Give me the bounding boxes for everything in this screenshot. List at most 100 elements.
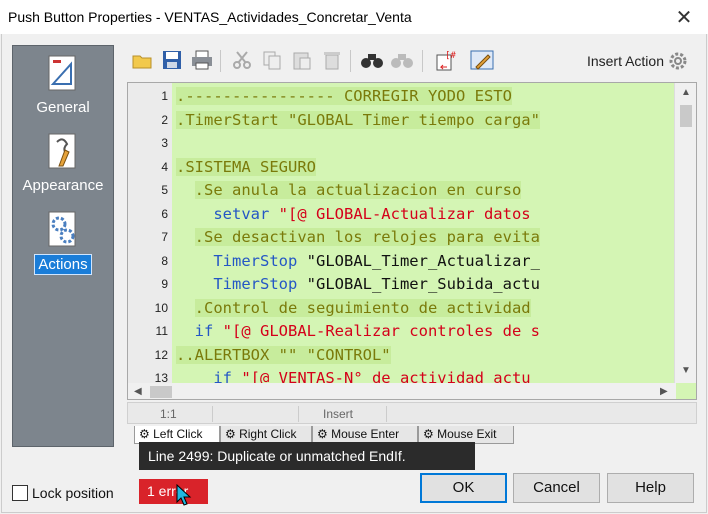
code-text: ..ALERTBOX "" "CONTROL" [176, 344, 391, 368]
scroll-thumb[interactable] [680, 105, 692, 127]
error-count-badge[interactable]: 1 error [139, 479, 208, 504]
code-token: TimerStop [213, 275, 298, 293]
new-icon[interactable] [130, 48, 154, 72]
code-text: if "[@ GLOBAL-Realizar controles de s [176, 320, 540, 344]
code-text: .SISTEMA SEGURO [176, 156, 316, 180]
code-editor[interactable]: 1 .---------------- CORREGIR YODO ESTO 2 .T… [127, 82, 697, 400]
code-line[interactable]: 8 TimerStop "GLOBAL_Timer_Actualizar_ [128, 250, 676, 274]
insert-variable-icon[interactable]: [#] [434, 48, 458, 72]
line-number: 12 [154, 347, 168, 362]
replace-icon[interactable] [390, 48, 414, 72]
code-lines: 1 .---------------- CORREGIR YODO ESTO 2 .T… [128, 85, 676, 391]
code-token: ..ALERTBOX "" "CONTROL" [176, 345, 391, 364]
line-number: 10 [154, 300, 168, 315]
code-line[interactable]: 12 ..ALERTBOX "" "CONTROL" [128, 344, 676, 368]
scroll-up-icon[interactable]: ▲ [681, 87, 691, 98]
line-number: 5 [161, 183, 168, 197]
svg-text:[#]: [#] [445, 51, 457, 61]
code-text: setvar "[@ GLOBAL-Actualizar datos [176, 203, 531, 227]
code-line[interactable]: 1 .---------------- CORREGIR YODO ESTO [128, 85, 676, 109]
actions-icon [47, 210, 79, 250]
code-text: .TimerStart "GLOBAL Timer tiempo carga" [176, 109, 540, 133]
editor-toolbar: [#] Insert Action [130, 46, 700, 74]
cancel-button[interactable]: Cancel [513, 473, 600, 503]
code-text: TimerStop "GLOBAL_Timer_Actualizar_ [176, 250, 540, 274]
sidebar-item-appearance[interactable]: Appearance [13, 132, 113, 195]
editor-statusbar: 1:1 Insert [127, 402, 697, 424]
code-token: .SISTEMA SEGURO [176, 157, 316, 176]
appearance-icon [47, 132, 79, 172]
code-token: "[@ GLOBAL-Realizar controles de s [213, 322, 540, 340]
code-line[interactable]: 11 if "[@ GLOBAL-Realizar controles de s [128, 320, 676, 344]
sidebar-item-label: Actions [34, 254, 92, 275]
print-icon[interactable] [190, 48, 214, 72]
line-number: 9 [161, 277, 168, 291]
code-token: .Se anula la actualizacion en curso [194, 181, 522, 199]
code-token: "GLOBAL_Timer_Subida_actu [297, 275, 540, 293]
scroll-thumb[interactable] [150, 386, 172, 398]
code-token: .---------------- CORREGIR YODO ESTO [176, 87, 512, 105]
code-token: .Se desactivan los relojes para evita [194, 228, 540, 246]
ok-button[interactable]: OK [420, 473, 507, 503]
find-icon[interactable] [360, 48, 384, 72]
sidebar-item-label: Appearance [22, 177, 104, 194]
cut-icon[interactable] [230, 48, 254, 72]
insert-action-button[interactable]: Insert Action [587, 51, 688, 71]
help-button[interactable]: Help [607, 473, 694, 503]
code-token: setvar [213, 204, 270, 223]
line-number: 3 [161, 136, 168, 150]
error-tooltip: Line 2499: Duplicate or unmatched EndIf. [139, 442, 475, 470]
code-line[interactable]: 4 .SISTEMA SEGURO [128, 156, 676, 180]
code-token: if [194, 322, 214, 340]
sidebar-item-actions[interactable]: Actions [13, 210, 113, 275]
line-number: 4 [161, 159, 168, 174]
code-text: .Se anula la actualizacion en curso [176, 179, 522, 203]
code-text: TimerStop "GLOBAL_Timer_Subida_actu [176, 273, 540, 297]
code-token: .Control de seguimiento de actividad [194, 298, 531, 317]
code-line[interactable]: 5 .Se anula la actualizacion en curso [128, 179, 676, 203]
code-line[interactable]: 7 .Se desactivan los relojes para evita [128, 226, 676, 250]
close-icon[interactable]: ✕ [674, 5, 694, 30]
code-text: .---------------- CORREGIR YODO ESTO [176, 85, 512, 109]
status-separator [386, 406, 387, 422]
sidebar-item-general[interactable]: General [13, 54, 113, 117]
scroll-right-icon[interactable]: ▶ [660, 386, 668, 397]
toolbar-separator [422, 50, 423, 72]
delete-icon[interactable] [320, 48, 344, 72]
cursor-position: 1:1 [160, 407, 177, 421]
mouse-pointer-icon [176, 483, 192, 511]
code-token: "[@ GLOBAL-Actualizar datos [269, 204, 531, 223]
code-line[interactable]: 10 .Control de seguimiento de actividad [128, 297, 676, 321]
title-bar: Push Button Properties - VENTAS_Activida… [0, 0, 708, 34]
code-line[interactable]: 3 [128, 132, 676, 156]
checkbox-box[interactable] [12, 485, 28, 501]
lock-position-checkbox[interactable]: Lock position [12, 485, 114, 501]
edit-mode: Insert [323, 407, 354, 421]
line-number: 8 [161, 253, 168, 268]
code-line[interactable]: 6 setvar "[@ GLOBAL-Actualizar datos [128, 203, 676, 227]
sidebar: General Appearance Actions [12, 45, 114, 447]
copy-icon[interactable] [260, 48, 284, 72]
line-number: 6 [161, 206, 168, 221]
code-line[interactable]: 2 .TimerStart "GLOBAL Timer tiempo carga" [128, 109, 676, 133]
insert-action-label: Insert Action [586, 53, 664, 69]
lock-position-label: Lock position [32, 485, 114, 501]
vertical-scrollbar[interactable]: ▲ ▼ [674, 83, 696, 383]
code-line[interactable]: 9 TimerStop "GLOBAL_Timer_Subida_actu [128, 273, 676, 297]
code-token: "GLOBAL_Timer_Actualizar_ [297, 251, 540, 270]
paste-icon[interactable] [290, 48, 314, 72]
scroll-down-icon[interactable]: ▼ [681, 365, 691, 376]
code-text: .Se desactivan los relojes para evita [176, 226, 540, 250]
toolbar-separator [350, 50, 351, 72]
save-icon[interactable] [160, 48, 184, 72]
code-text: .Control de seguimiento de actividad [176, 297, 531, 321]
line-number: 7 [161, 230, 168, 244]
edit-icon[interactable] [470, 48, 494, 72]
status-separator [212, 406, 213, 422]
general-icon [47, 54, 79, 94]
status-separator [298, 406, 299, 422]
gear-icon [669, 52, 687, 70]
scroll-left-icon[interactable]: ◀ [134, 386, 142, 397]
line-number: 11 [155, 324, 168, 338]
horizontal-scrollbar[interactable]: ◀ ▶ [128, 383, 676, 399]
